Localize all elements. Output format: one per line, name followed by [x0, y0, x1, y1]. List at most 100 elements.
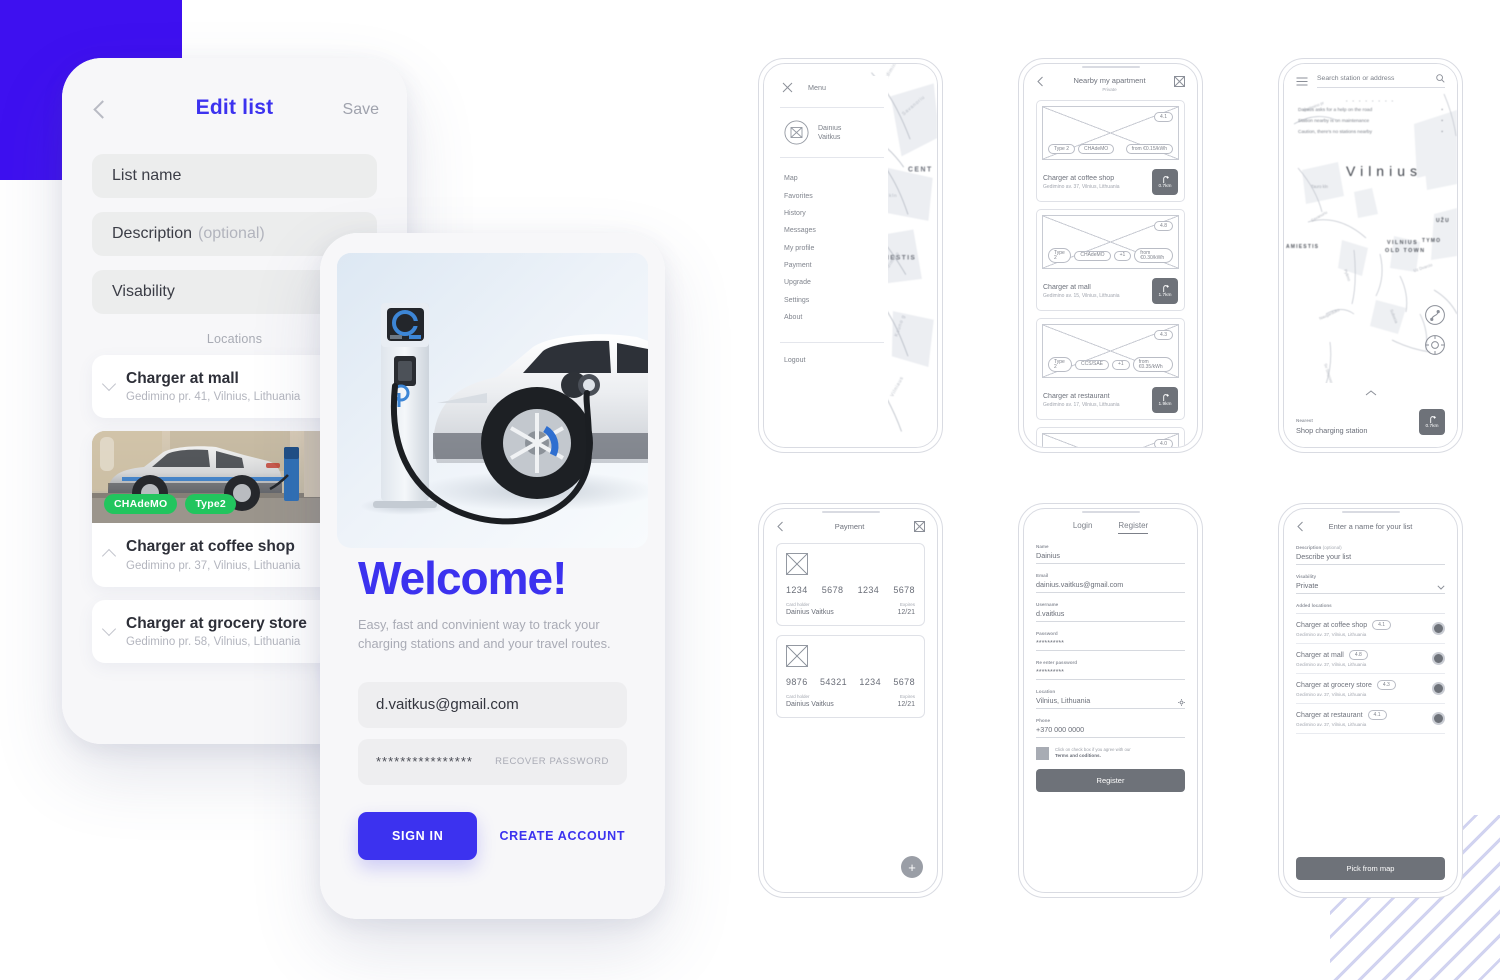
sidebar-item-map[interactable]: Map — [784, 170, 888, 187]
user-profile-row[interactable]: Dainius Vaitkus — [776, 108, 888, 157]
list-item[interactable]: Charger at grocery store 4.3 Gedimino av… — [1296, 674, 1445, 703]
price-pill: from €0.15/kWh — [1125, 144, 1173, 154]
sidebar-item-favorites[interactable]: Favorites — [784, 187, 888, 204]
navigate-button[interactable]: 0.7km — [1419, 409, 1445, 435]
field-value: Describe your list — [1296, 552, 1352, 561]
sidebar-item-payment[interactable]: Payment — [784, 257, 888, 274]
grid-placeholder-icon[interactable] — [1174, 76, 1185, 87]
nearest-station-sheet[interactable]: Nearest Shop charging station 0.7km — [1284, 383, 1457, 447]
added-locations-list: Charger at coffee shop 4.1 Gedimino av. … — [1296, 614, 1445, 734]
sidebar-item-my-profile[interactable]: My profile — [784, 240, 888, 257]
reenter-password-field[interactable]: Re enter password ********** — [1036, 660, 1185, 680]
remove-location-button[interactable] — [1432, 712, 1445, 725]
field-label: Username — [1036, 602, 1059, 607]
location-field[interactable]: Location Vilnius, Lithuania — [1036, 689, 1185, 709]
notification-item[interactable]: Station nearby is on maintenance — [1298, 119, 1441, 124]
notification-item[interactable]: Dainius asks for a help on the road — [1298, 108, 1441, 113]
list-item[interactable]: 1234 5678 1234 5678 Card holder Dainius … — [776, 543, 925, 626]
chevron-left-icon[interactable] — [1296, 521, 1305, 532]
navigate-button[interactable]: 1.7km — [1152, 278, 1178, 304]
table-row[interactable]: 4.3 Type 2 CCS/SAE +1 from €0.35/kWh Cha… — [1036, 318, 1185, 420]
add-card-button[interactable]: + — [901, 856, 923, 878]
search-icon[interactable] — [1436, 74, 1445, 83]
location-name: Charger at grocery store — [126, 614, 307, 632]
email-field[interactable]: Email dainius.vaitkus@gmail.com — [1036, 573, 1185, 593]
distance-label: 1.9km — [1158, 402, 1172, 407]
pick-from-map-button[interactable]: Pick from map — [1296, 857, 1445, 880]
remove-location-button[interactable] — [1432, 652, 1445, 665]
table-row[interactable]: 4.0 — [1036, 427, 1185, 447]
register-button[interactable]: Register — [1036, 769, 1185, 792]
logout-button[interactable]: Logout — [776, 343, 888, 364]
save-button[interactable]: Save — [343, 101, 379, 119]
list-item[interactable]: Charger at restaurant 4.1 Gedimino av. 3… — [1296, 704, 1445, 733]
tab-login[interactable]: Login — [1073, 521, 1093, 534]
locate-icon[interactable] — [1425, 335, 1445, 355]
page-title: Nearby my apartment — [1073, 76, 1146, 85]
remove-location-button[interactable] — [1432, 682, 1445, 695]
list-item[interactable]: Charger at mall 4.8 Gedimino av. 37, Vil… — [1296, 644, 1445, 673]
close-icon[interactable] — [782, 82, 793, 93]
station-name: Charger at coffee shop — [1043, 174, 1115, 182]
table-row[interactable]: 4.1 Type 2 CHAdeMO from €0.15/kWh Charge… — [1036, 100, 1185, 202]
card-logo-placeholder — [786, 645, 808, 667]
route-icon[interactable] — [1425, 305, 1445, 325]
chevron-down-icon[interactable] — [92, 377, 126, 392]
chevron-down-icon[interactable] — [1437, 584, 1445, 590]
description-field[interactable]: Description (optional) Describe your lis… — [1296, 545, 1445, 565]
recover-password-link[interactable]: RECOVER PASSWORD — [495, 756, 609, 767]
connector-pill: CCS/SAE — [1075, 359, 1109, 370]
field-label: Re enter password — [1036, 660, 1078, 665]
hamburger-icon[interactable] — [1296, 77, 1308, 86]
card-expires-label: Expires — [899, 694, 915, 699]
password-field[interactable]: Password ********** — [1036, 631, 1185, 651]
field-value: ********** — [1036, 638, 1064, 647]
location-address: Gedimino av. 37, Vilnius, Lithuania — [1296, 692, 1367, 697]
list-item[interactable]: Charger at coffee shop 4.1 Gedimino av. … — [1296, 614, 1445, 643]
list-item[interactable]: 9876 54321 1234 5678 Card holder Dainius… — [776, 635, 925, 718]
description-label: Description (optional) — [1296, 545, 1342, 550]
visability-label: Visability — [1296, 574, 1317, 579]
auth-actions: SIGN IN CREATE ACCOUNT — [358, 811, 627, 860]
username-field[interactable]: Username d.vaitkus — [1036, 602, 1185, 622]
menu-nav-list: Map Favorites History Messages My profil… — [776, 170, 888, 326]
locate-icon[interactable] — [1178, 698, 1185, 706]
search-input[interactable]: Search station or address — [1317, 75, 1436, 82]
connector-pill: Type 2 — [1048, 357, 1073, 372]
chevron-down-icon[interactable] — [92, 621, 126, 637]
sign-in-button[interactable]: SIGN IN — [358, 811, 478, 860]
notification-item[interactable]: Caution, there's no stations nearby — [1298, 130, 1441, 135]
chevron-left-icon[interactable] — [776, 521, 785, 532]
added-locations-label: Added locations — [1296, 603, 1332, 608]
nearby-card-list: 4.1 Type 2 CHAdeMO from €0.15/kWh Charge… — [1036, 100, 1185, 447]
rating-badge: 4.8 — [1348, 650, 1368, 660]
table-row[interactable]: 4.8 Type 2 CHAdeMO +1 from €0.30/kWh Cha… — [1036, 209, 1185, 311]
password-field[interactable]: **************** RECOVER PASSWORD — [358, 738, 627, 785]
tab-register[interactable]: Register — [1118, 521, 1149, 534]
chevron-up-icon[interactable] — [1365, 390, 1377, 396]
sidebar-item-upgrade[interactable]: Upgrade — [784, 274, 888, 291]
visability-field[interactable]: Visability Private — [1296, 574, 1445, 594]
remove-location-button[interactable] — [1432, 622, 1445, 635]
chevron-up-icon[interactable] — [92, 548, 126, 564]
station-address: Gedimino av. 17, Vilnius, Lithuania — [1043, 401, 1120, 408]
navigate-button[interactable]: 0.7km — [1152, 169, 1178, 195]
location-address: Gedimino pr. 58, Vilnius, Lithuania — [126, 636, 301, 649]
sidebar-item-messages[interactable]: Messages — [784, 222, 888, 239]
visability-value: Private — [1296, 581, 1319, 590]
navigate-button[interactable]: 1.9km — [1152, 387, 1178, 413]
list-name-input[interactable]: List name — [92, 154, 377, 198]
sidebar-item-settings[interactable]: Settings — [784, 292, 888, 309]
nearest-station-name: Shop charging station — [1296, 426, 1368, 435]
connector-pill-more: +1 — [1113, 250, 1132, 261]
chevron-left-icon[interactable] — [1036, 76, 1045, 87]
terms-checkbox[interactable] — [1036, 747, 1049, 760]
create-account-button[interactable]: CREATE ACCOUNT — [499, 829, 625, 843]
email-field[interactable]: d.vaitkus@gmail.com — [358, 681, 627, 728]
name-field[interactable]: Name Dainius — [1036, 544, 1185, 564]
sidebar-item-about[interactable]: About — [784, 309, 888, 326]
grid-placeholder-icon[interactable] — [914, 521, 925, 532]
sidebar-item-history[interactable]: History — [784, 205, 888, 222]
phone-field[interactable]: Phone +370 000 0000 — [1036, 718, 1185, 738]
terms-link[interactable]: Terms and coditions. — [1055, 753, 1131, 758]
